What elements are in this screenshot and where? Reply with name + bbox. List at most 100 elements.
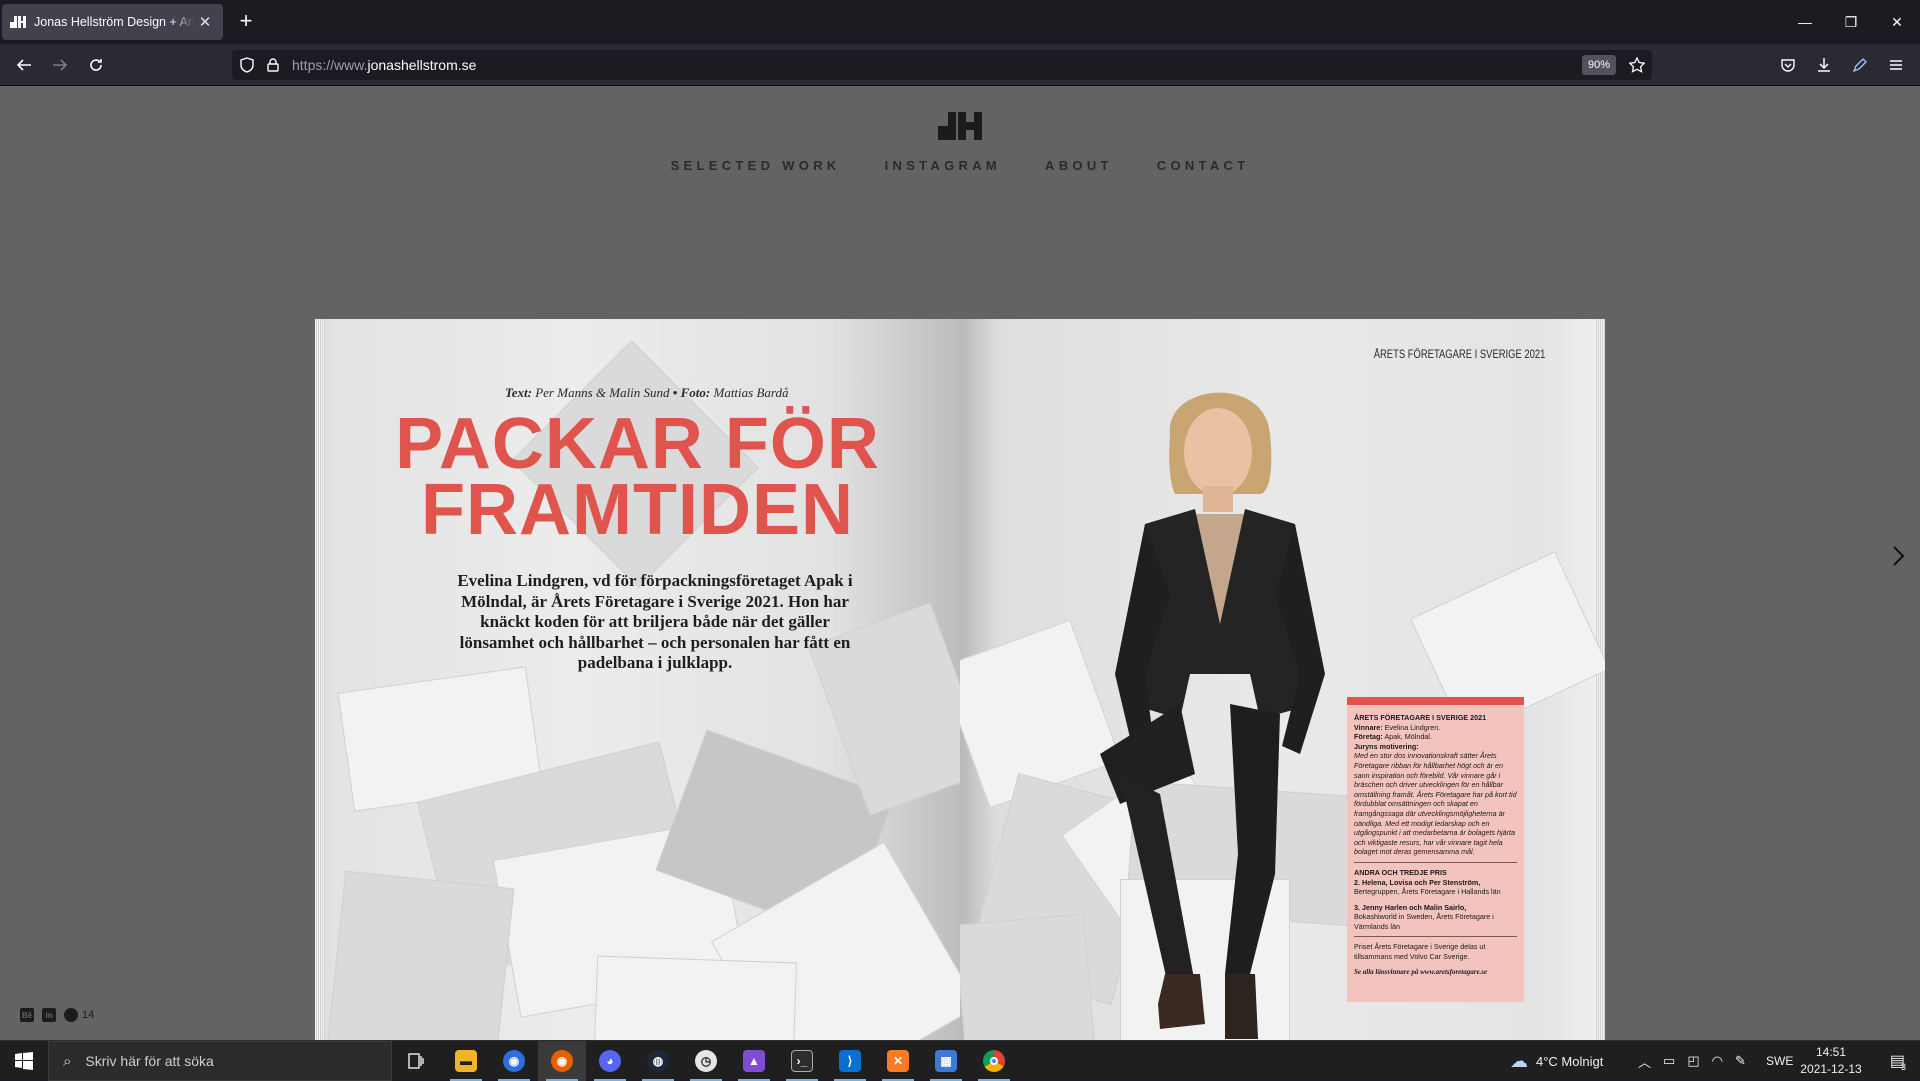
web-page: SELECTED WORK INSTAGRAM ABOUT CONTACT Te… <box>0 86 1920 1040</box>
reload-button[interactable] <box>82 51 110 79</box>
back-button[interactable] <box>10 51 38 79</box>
factbox-jury-text: Med en stor dos innovationskraft sätter … <box>1354 751 1517 857</box>
weather-text: 4°C Molnigt <box>1536 1053 1604 1069</box>
extension-button[interactable] <box>1846 51 1874 79</box>
divider <box>1354 861 1517 863</box>
magazine-left-page: Text: Per Manns & Malin Sund • Foto: Mat… <box>315 319 960 1040</box>
nav-contact[interactable]: CONTACT <box>1157 158 1250 173</box>
factbox-runners-up-title: ANDRA OCH TREDJE PRIS <box>1354 867 1447 877</box>
headline-line-2: FRAMTIDEN <box>421 470 854 550</box>
nav-instagram[interactable]: INSTAGRAM <box>885 158 1001 173</box>
cloud-icon: ☁ <box>1510 1050 1528 1071</box>
behance-icon[interactable]: Bē <box>20 1008 34 1022</box>
url-host: jonashellstrom.se <box>367 57 477 73</box>
article-credits: Text: Per Manns & Malin Sund • Foto: Mat… <box>505 385 788 401</box>
chrome-icon[interactable] <box>970 1041 1018 1081</box>
article-lead: Evelina Lindgren, vd för förpackningsför… <box>457 571 853 672</box>
windows-logo-icon <box>15 1052 33 1070</box>
wifi-icon[interactable]: ◠ <box>1712 1053 1723 1069</box>
file-explorer-icon[interactable]: ▬ <box>442 1041 490 1081</box>
xampp-icon[interactable]: ✕ <box>874 1041 922 1081</box>
taskbar-search-box[interactable]: ⌕ Skriv här för att söka <box>48 1041 392 1081</box>
webcam-icon[interactable]: ◰ <box>1687 1053 1699 1069</box>
calculator-icon[interactable]: ▦ <box>922 1041 970 1081</box>
bookmark-star-icon[interactable] <box>1628 56 1646 74</box>
new-tab-button[interactable]: + <box>232 8 260 36</box>
nav-about[interactable]: ABOUT <box>1045 158 1113 173</box>
page-section-header: ÅRETS FÖRETAGARE I SVERIGE 2021 <box>1373 349 1545 361</box>
factbox-jury-label: Juryns motivering: <box>1354 741 1419 751</box>
divider <box>1354 936 1517 938</box>
headline-line-1: PACKAR FÖR <box>395 404 880 484</box>
download-icon <box>1818 58 1830 72</box>
heart-icon <box>64 1008 78 1022</box>
terminal-icon[interactable]: ›_ <box>778 1041 826 1081</box>
minimize-button[interactable]: — <box>1782 0 1828 44</box>
factbox-winner: Evelina Lindgren. <box>1384 722 1441 732</box>
credits-separator: • <box>669 385 681 400</box>
box-shape <box>325 870 515 1040</box>
site-favicon-icon <box>10 14 26 30</box>
close-window-button[interactable]: ✕ <box>1874 0 1920 44</box>
task-view-icon[interactable] <box>392 1041 440 1081</box>
shield-icon[interactable] <box>238 56 256 74</box>
steam-icon[interactable]: ◍ <box>634 1041 682 1081</box>
pocket-button[interactable] <box>1774 51 1802 79</box>
clock[interactable]: 14:51 2021-12-13 <box>1788 1044 1874 1078</box>
navigation-toolbar: https://www.jonashellstrom.se 90% <box>0 44 1920 86</box>
factbox-winner-label: Vinnare: <box>1354 722 1383 732</box>
tab-jonas-hellstrom[interactable]: Jonas Hellström Design + Art Di ✕ <box>2 4 223 40</box>
factbox-award: ÅRETS FÖRETAGARE I SVERIGE 2021 Vinnare:… <box>1347 697 1524 1002</box>
factbox-second-place: 2. Helena, Lovisa och Per Stenström, <box>1354 877 1481 887</box>
clock-date: 2021-12-13 <box>1800 1062 1862 1076</box>
chevron-up-icon[interactable]: ︿ <box>1638 1052 1651 1071</box>
affinity-designer-icon[interactable]: ▲ <box>730 1041 778 1081</box>
tab-close-icon[interactable]: ✕ <box>195 13 215 31</box>
url-text[interactable]: https://www.jonashellstrom.se <box>292 57 476 73</box>
zoom-level-badge[interactable]: 90% <box>1582 55 1617 75</box>
discord-icon[interactable]: ◕ <box>586 1041 634 1081</box>
clock-app-icon[interactable]: ◷ <box>682 1041 730 1081</box>
factbox-company: Apak, Mölndal. <box>1384 732 1432 742</box>
factbox-title: ÅRETS FÖRETAGARE I SVERIGE 2021 <box>1354 713 1487 722</box>
downloads-button[interactable] <box>1810 51 1838 79</box>
start-button[interactable] <box>0 1041 48 1081</box>
jh-logo[interactable] <box>938 112 982 140</box>
credits-photographer: Mattias Bardå <box>713 385 789 400</box>
nav-selected-work[interactable]: SELECTED WORK <box>671 158 841 173</box>
likes-counter[interactable]: 14 <box>64 1008 94 1022</box>
search-placeholder: Skriv här för att söka <box>85 1053 214 1069</box>
vscode-icon[interactable]: ⟩ <box>826 1041 874 1081</box>
system-tray: ︿ ▭ ◰ ◠ ✎ <box>1638 1041 1746 1081</box>
pocket-icon <box>1781 59 1795 72</box>
notifications-button[interactable]: ▤ 3 <box>1876 1041 1920 1081</box>
monitor-icon[interactable]: ▭ <box>1663 1053 1675 1069</box>
linkedin-icon[interactable]: in <box>42 1008 56 1022</box>
clock-time: 14:51 <box>1815 1045 1847 1059</box>
forward-button[interactable] <box>46 51 74 79</box>
firefox-icon[interactable]: ◉ <box>538 1041 586 1081</box>
notification-count: 3 <box>1901 1062 1907 1072</box>
restore-button[interactable]: ❐ <box>1828 0 1874 44</box>
weather-widget[interactable]: ☁ 4°C Molnigt <box>1510 1041 1603 1081</box>
firefox-dev-icon[interactable]: ◉ <box>490 1041 538 1081</box>
next-slide-arrow-icon[interactable] <box>1888 541 1910 571</box>
pen-tray-icon[interactable]: ✎ <box>1735 1053 1746 1069</box>
credits-text-authors: Per Manns & Malin Sund <box>535 385 670 400</box>
article-headline: PACKAR FÖR FRAMTIDEN <box>315 404 960 550</box>
back-arrow-icon <box>16 59 31 71</box>
likes-count: 14 <box>82 1009 95 1021</box>
page-edge <box>1595 319 1605 1040</box>
url-bar[interactable]: https://www.jonashellstrom.se 90% <box>232 50 1652 80</box>
magazine-spread-image: Text: Per Manns & Malin Sund • Foto: Mat… <box>315 319 1605 1040</box>
forward-arrow-icon <box>53 59 68 71</box>
lock-icon[interactable] <box>264 56 282 74</box>
factbox-prize-note: Priset Årets Företagare i Sverige delas … <box>1354 942 1486 962</box>
app-menu-button[interactable] <box>1882 51 1910 79</box>
tab-title: Jonas Hellström Design + Art Di <box>34 15 195 29</box>
social-links: Bē in 14 <box>20 1008 94 1022</box>
windows-taskbar: ⌕ Skriv här för att söka ▬ ◉ ◉ ◕ ◍ ◷ ▲ ›… <box>0 1040 1920 1081</box>
magazine-right-page: ÅRETS FÖRETAGARE I SVERIGE 2021 ÅRETS FÖ… <box>960 319 1605 1040</box>
site-navigation: SELECTED WORK INSTAGRAM ABOUT CONTACT <box>0 158 1920 173</box>
credits-photo-label: Foto: <box>680 385 711 400</box>
